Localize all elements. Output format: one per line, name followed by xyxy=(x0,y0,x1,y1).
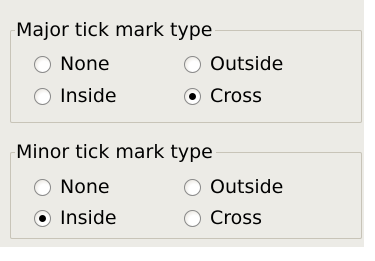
option-label: Inside xyxy=(60,85,117,107)
radio-button-icon[interactable] xyxy=(34,55,51,73)
minor-option-inside[interactable]: Inside xyxy=(34,205,117,231)
option-label: None xyxy=(60,53,110,75)
option-label: Cross xyxy=(210,85,263,107)
minor-option-none[interactable]: None xyxy=(34,174,110,200)
radio-button-icon[interactable] xyxy=(184,55,201,73)
radio-button-icon[interactable] xyxy=(184,87,201,105)
option-label: Outside xyxy=(210,53,284,75)
major-option-inside[interactable]: Inside xyxy=(34,83,117,109)
radio-button-icon[interactable] xyxy=(34,209,51,227)
minor-tick-group-title: Minor tick mark type xyxy=(15,140,216,164)
major-option-outside[interactable]: Outside xyxy=(184,51,283,77)
radio-button-icon[interactable] xyxy=(184,209,201,227)
radio-button-icon[interactable] xyxy=(184,178,201,196)
option-label: Outside xyxy=(210,176,284,198)
major-option-none[interactable]: None xyxy=(34,51,110,77)
option-label: Cross xyxy=(210,207,263,229)
major-option-cross[interactable]: Cross xyxy=(184,83,262,109)
option-label: Inside xyxy=(60,207,117,229)
major-tick-group-title: Major tick mark type xyxy=(15,18,216,42)
minor-option-cross[interactable]: Cross xyxy=(184,205,262,231)
option-label: None xyxy=(60,176,110,198)
radio-button-icon[interactable] xyxy=(34,178,51,196)
minor-option-outside[interactable]: Outside xyxy=(184,174,283,200)
tick-mark-panel: Major tick mark type None Outside Inside… xyxy=(0,0,364,247)
radio-button-icon[interactable] xyxy=(34,87,51,105)
